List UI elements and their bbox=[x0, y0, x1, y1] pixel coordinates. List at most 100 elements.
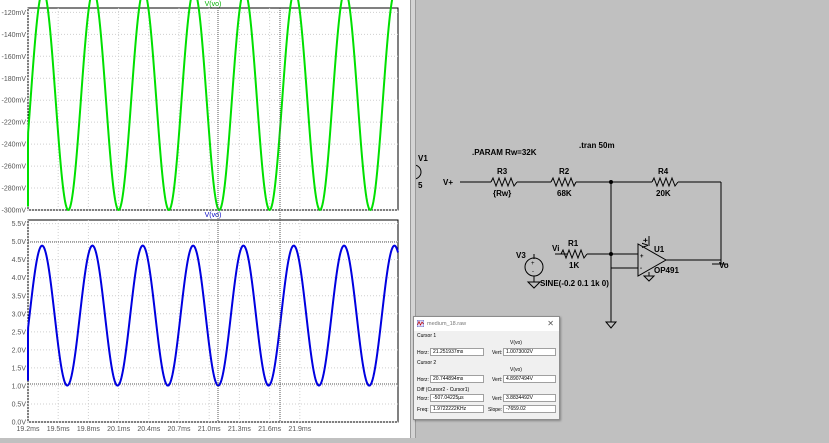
v3-name[interactable]: V3 bbox=[516, 251, 526, 260]
r2-resistor[interactable] bbox=[550, 176, 577, 188]
y-tick-label: -120mV bbox=[1, 10, 26, 17]
u1-name[interactable]: U1 bbox=[654, 245, 665, 254]
x-tick-label: 20.1ms bbox=[107, 426, 130, 433]
cursor1-section-label: Cursor 1 bbox=[417, 333, 437, 339]
cursor-readout-dialog[interactable]: medium_18.raw ✕ Cursor 1 V(vo) Horz: 21.… bbox=[413, 316, 560, 420]
r4-resistor[interactable] bbox=[651, 176, 679, 188]
y-tick-label: -200mV bbox=[1, 98, 26, 105]
u1-model[interactable]: OP491 bbox=[654, 266, 679, 275]
y-tick-label: -300mV bbox=[1, 208, 26, 215]
diff-horz-label: Horz: bbox=[417, 396, 429, 402]
y-tick-label: 5.0V bbox=[12, 239, 27, 246]
y-tick-label: 2.0V bbox=[12, 347, 27, 354]
v1-value[interactable]: 5 bbox=[418, 181, 423, 190]
close-icon[interactable]: ✕ bbox=[547, 319, 554, 328]
plot-frame-bottom bbox=[27, 219, 399, 423]
waveform-plots: -120mV -140mV -160mV -180mV -200mV -220mV -240… bbox=[1, 0, 399, 433]
y-axis-bottom: 5.5V 5.0V 4.5V 4.0V 3.5V 3.0V 2.5V 2.0V 1.5V 1.0V… bbox=[12, 221, 27, 426]
freq-label: Freq: bbox=[417, 407, 429, 413]
vo-label[interactable]: Vo bbox=[719, 261, 729, 270]
y-tick-label: 1.5V bbox=[12, 365, 27, 372]
cursor1-horz-label: Horz: bbox=[417, 350, 429, 356]
r1-resistor[interactable] bbox=[560, 248, 588, 260]
cursor1-vert-field[interactable]: 1.0073002V bbox=[503, 348, 556, 356]
trace-label-bottom[interactable]: V(vo) bbox=[205, 212, 222, 219]
cursor2-vert-field[interactable]: 4.8907494V bbox=[503, 375, 556, 383]
y-tick-label: 3.5V bbox=[12, 293, 27, 300]
v3-minus-sign: - bbox=[532, 269, 534, 275]
junction-dot bbox=[609, 180, 613, 184]
y-tick-label: 0.5V bbox=[12, 401, 27, 408]
y-tick-label: -140mV bbox=[1, 32, 26, 39]
opamp-plus-input: + bbox=[640, 254, 644, 260]
y-tick-label: -220mV bbox=[1, 120, 26, 127]
freq-field[interactable]: 1.9722222KHz bbox=[430, 405, 484, 413]
cursor1-trace-name: V(vo) bbox=[510, 340, 522, 346]
x-tick-label: 21.6ms bbox=[258, 426, 281, 433]
y-tick-label: -260mV bbox=[1, 164, 26, 171]
x-tick-label: 20.4ms bbox=[137, 426, 160, 433]
junction-dot bbox=[609, 252, 613, 256]
cursor2-trace-name: V(vo) bbox=[510, 367, 522, 373]
y-tick-label: 1.0V bbox=[12, 383, 27, 390]
dialog-title-bar[interactable]: medium_18.raw ✕ bbox=[414, 317, 559, 331]
r1-value[interactable]: 1K bbox=[569, 261, 579, 270]
param-directive[interactable]: .PARAM Rw=32K bbox=[472, 148, 537, 157]
dialog-title: medium_18.raw bbox=[427, 321, 467, 327]
v1-name[interactable]: V1 bbox=[418, 154, 428, 163]
v1-source-symbol[interactable] bbox=[406, 164, 422, 180]
waveform-app-icon bbox=[417, 320, 424, 327]
wires bbox=[460, 181, 728, 322]
slope-field[interactable]: -7659.02 bbox=[503, 405, 556, 413]
x-tick-label: 21.9ms bbox=[288, 426, 311, 433]
plot-pane-top[interactable]: -120mV -140mV -160mV -180mV -200mV -220mV -240… bbox=[1, 0, 399, 215]
r4-value[interactable]: 20K bbox=[656, 189, 671, 198]
x-tick-label: 19.2ms bbox=[17, 426, 40, 433]
x-tick-label: 20.7ms bbox=[168, 426, 191, 433]
r2-value[interactable]: 68K bbox=[557, 189, 572, 198]
r4-name[interactable]: R4 bbox=[658, 167, 669, 176]
cursor2-horz-label: Horz: bbox=[417, 377, 429, 383]
x-axis-bottom: 19.2ms 19.5ms 19.8ms 20.1ms 20.4ms 20.7ms 21.0… bbox=[17, 426, 312, 433]
y-tick-label: 2.5V bbox=[12, 329, 27, 336]
y-tick-label: -160mV bbox=[1, 54, 26, 61]
cursor2-vert-label: Vert: bbox=[492, 377, 503, 383]
r1-name[interactable]: R1 bbox=[568, 239, 579, 248]
x-tick-label: 19.8ms bbox=[77, 426, 100, 433]
x-tick-label: 19.5ms bbox=[47, 426, 70, 433]
diff-section-label: Diff (Cursor2 - Cursor1) bbox=[417, 387, 470, 393]
cursor1-horz-field[interactable]: 21.251937ms bbox=[430, 348, 484, 356]
vplus-label[interactable]: V+ bbox=[443, 178, 453, 187]
slope-label: Slope: bbox=[488, 407, 503, 413]
y-tick-label: -180mV bbox=[1, 76, 26, 83]
r3-name[interactable]: R3 bbox=[497, 167, 508, 176]
vi-label[interactable]: Vi bbox=[552, 244, 559, 253]
opamp-vplus-label[interactable]: V+ bbox=[641, 238, 650, 248]
trace-label-top[interactable]: V(vo) bbox=[205, 1, 222, 8]
cursor2-horz-field[interactable]: 20.744894ms bbox=[430, 375, 484, 383]
cursor2-section-label: Cursor 2 bbox=[417, 360, 437, 366]
v3-plus-sign: + bbox=[531, 261, 535, 267]
x-tick-label: 21.3ms bbox=[228, 426, 251, 433]
diff-vert-field[interactable]: 3.8834492V bbox=[503, 394, 556, 402]
x-tick-label: 21.0ms bbox=[198, 426, 221, 433]
waveform-viewer[interactable]: -120mV -140mV -160mV -180mV -200mV -220mV -240… bbox=[0, 0, 414, 438]
y-tick-label: -280mV bbox=[1, 186, 26, 193]
r3-value[interactable]: {Rw} bbox=[493, 189, 511, 198]
diff-horz-field[interactable]: -507.04225µs bbox=[430, 394, 484, 402]
y-tick-label: 3.0V bbox=[12, 311, 27, 318]
ground-symbol bbox=[642, 275, 656, 282]
cursor1-vert-label: Vert: bbox=[492, 350, 503, 356]
tran-directive[interactable]: .tran 50m bbox=[579, 141, 615, 150]
sine-spec[interactable]: SINE(-0.2 0.1 1k 0) bbox=[540, 279, 609, 288]
y-axis-top: -120mV -140mV -160mV -180mV -200mV -220mV -240… bbox=[1, 10, 26, 215]
ground-symbol bbox=[604, 321, 618, 329]
r3-resistor[interactable] bbox=[490, 176, 518, 188]
r2-name[interactable]: R2 bbox=[559, 167, 570, 176]
y-tick-label: 4.5V bbox=[12, 257, 27, 264]
y-tick-label: 5.5V bbox=[12, 221, 27, 228]
opamp-minus-input: - bbox=[640, 266, 642, 272]
y-tick-label: -240mV bbox=[1, 142, 26, 149]
y-tick-label: 4.0V bbox=[12, 275, 27, 282]
plot-pane-bottom[interactable]: 5.5V 5.0V 4.5V 4.0V 3.5V 3.0V 2.5V 2.0V 1.5V 1.0V… bbox=[12, 211, 399, 433]
